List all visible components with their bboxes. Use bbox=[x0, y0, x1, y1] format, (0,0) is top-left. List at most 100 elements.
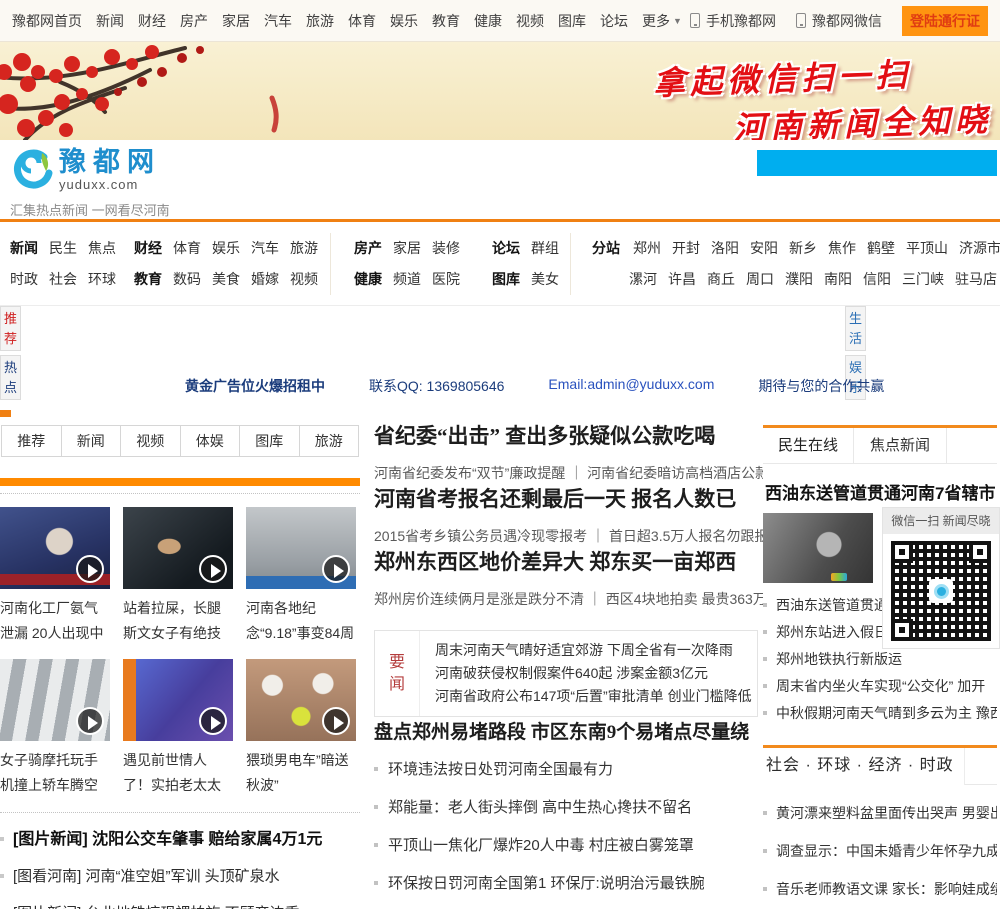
video-card[interactable]: 猥琐男电车”暗送秋波” bbox=[246, 659, 356, 800]
nav-link[interactable]: 装修 bbox=[432, 238, 460, 258]
topbar-link[interactable]: 家居 bbox=[222, 11, 250, 31]
tab-livelihood[interactable]: 民生在线 bbox=[763, 428, 855, 463]
nav-link[interactable]: 娱乐 bbox=[212, 238, 240, 258]
nav-link[interactable]: 群组 bbox=[531, 238, 559, 258]
video-thumbnail[interactable] bbox=[123, 659, 233, 741]
news-item[interactable]: 音乐老师教语文课 家长：影响娃成绩 bbox=[763, 870, 997, 908]
city-link[interactable]: 驻马店 bbox=[955, 269, 997, 289]
video-card[interactable]: 站着拉屎，长腿斯文女子有绝技 bbox=[123, 507, 233, 648]
news-item[interactable]: 环保按日罚河南全国第1 环保厅:说明治污最铁腕 bbox=[374, 865, 758, 903]
nav-link[interactable]: 数码 bbox=[173, 269, 201, 289]
subline-3[interactable]: 郑州房价连续俩月是涨是跌分不清 ｜ 西区4块地拍卖 最贵363万元/ bbox=[374, 589, 785, 609]
media-tab[interactable]: 推荐 bbox=[2, 426, 61, 456]
video-thumbnail[interactable] bbox=[246, 507, 356, 589]
topbar-link[interactable]: 论坛 bbox=[600, 11, 628, 31]
subline-2[interactable]: 2015省考乡镇公务员遇冷现零报考 ｜ 首日超3.5万人报名勿跟报热门 bbox=[374, 526, 796, 546]
city-link[interactable]: 安阳 bbox=[750, 238, 778, 258]
photo-news-item[interactable]: [图片新闻] 沈阳公交车肇事 赔给家属4万1元 bbox=[0, 821, 360, 858]
city-link[interactable]: 新乡 bbox=[789, 238, 817, 258]
nav-link[interactable]: 视频 bbox=[290, 269, 318, 289]
wechat-link[interactable]: 豫都网微信 bbox=[796, 11, 882, 31]
topbar-link[interactable]: 豫都网首页 bbox=[12, 11, 82, 31]
news-item[interactable]: 平顶山一焦化厂爆炸20人中毒 村庄被白雾笼罩 bbox=[374, 827, 758, 865]
header-ad-placeholder[interactable] bbox=[757, 150, 997, 176]
nav-link[interactable]: 教育 bbox=[134, 269, 162, 289]
topbar-link[interactable]: 旅游 bbox=[306, 11, 334, 31]
nav-link[interactable]: 家居 bbox=[393, 238, 421, 258]
city-link[interactable]: 南阳 bbox=[824, 269, 852, 289]
nav-link[interactable]: 时政 bbox=[10, 269, 38, 289]
news-photo-gas-pump[interactable] bbox=[763, 513, 873, 583]
nav-link[interactable]: 美女 bbox=[531, 269, 559, 289]
headline-1[interactable]: 省纪委“出击” 查出多张疑似公款吃喝 bbox=[374, 424, 715, 448]
play-icon[interactable] bbox=[76, 555, 104, 583]
tab-life[interactable]: 生活 bbox=[845, 306, 866, 351]
city-link[interactable]: 济源市 bbox=[959, 238, 1000, 258]
headline-3[interactable]: 郑州东西区地价差异大 郑东买一亩郑西 bbox=[374, 550, 736, 574]
photo-news-item[interactable]: [图看河南] 河南“准空姐”军训 头顶矿泉水 bbox=[0, 858, 360, 895]
city-link[interactable]: 漯河 bbox=[629, 269, 657, 289]
headline-2[interactable]: 河南省考报名还剩最后一天 报名人数已 bbox=[374, 487, 736, 511]
play-icon[interactable] bbox=[76, 707, 104, 735]
news-item[interactable]: 调查显示：中国未婚青少年怀孕九成选 bbox=[763, 832, 997, 870]
topbar-link[interactable]: 新闻 bbox=[96, 11, 124, 31]
news-item[interactable]: 郑能量：老人街头摔倒 高中生热心搀扶不留名 bbox=[374, 789, 758, 827]
city-link[interactable]: 郑州 bbox=[633, 238, 661, 258]
nav-link[interactable]: 论坛 bbox=[492, 238, 520, 258]
news-item[interactable]: 环境违法按日处罚河南全国最有力 bbox=[374, 751, 758, 789]
news-item[interactable]: 专家建议将新郑拜祖大典升国祭 西安副市长质疑 bbox=[374, 903, 758, 909]
topbar-link[interactable]: 教育 bbox=[432, 11, 460, 31]
video-card[interactable]: 女子骑摩托玩手机撞上轿车腾空 bbox=[0, 659, 110, 800]
media-tab[interactable]: 体娱 bbox=[179, 426, 240, 456]
city-link[interactable]: 鹤壁 bbox=[867, 238, 895, 258]
media-tab[interactable]: 旅游 bbox=[298, 426, 359, 456]
play-icon[interactable] bbox=[199, 707, 227, 735]
city-link[interactable]: 焦作 bbox=[828, 238, 856, 258]
society-header[interactable]: 社会 · 环球 · 经济 · 时政 bbox=[763, 748, 965, 785]
topbar-link[interactable]: 财经 bbox=[138, 11, 166, 31]
tab-hot[interactable]: 热点 bbox=[0, 355, 21, 400]
video-caption[interactable]: 河南各地纪念“9.18”事变84周年 bbox=[246, 596, 356, 648]
nav-link[interactable]: 汽车 bbox=[251, 238, 279, 258]
city-link[interactable]: 开封 bbox=[672, 238, 700, 258]
video-caption[interactable]: 猥琐男电车”暗送秋波” bbox=[246, 748, 356, 800]
ad-email[interactable]: Email:admin@yuduxx.com bbox=[548, 376, 714, 396]
city-link[interactable]: 濮阳 bbox=[785, 269, 813, 289]
tab-focus-news[interactable]: 焦点新闻 bbox=[854, 428, 948, 463]
subline-1[interactable]: 河南省纪委发布“双节”廉政提醒 ｜ 河南省纪委暗访高档酒店公款 bbox=[374, 463, 769, 483]
topbar-link[interactable]: 娱乐 bbox=[390, 11, 418, 31]
topbar-link[interactable]: 体育 bbox=[348, 11, 376, 31]
video-caption[interactable]: 河南化工厂氨气泄漏 20人出现中 bbox=[0, 596, 110, 648]
news-item[interactable]: 郑州地铁执行新版运 bbox=[763, 646, 997, 673]
nav-link[interactable]: 频道 bbox=[393, 269, 421, 289]
play-icon[interactable] bbox=[199, 555, 227, 583]
more-menu[interactable]: 更多 ▼ bbox=[642, 11, 682, 31]
nav-link[interactable]: 焦点 bbox=[88, 238, 116, 258]
video-card[interactable]: 河南各地纪念“9.18”事变84周年 bbox=[246, 507, 356, 648]
tab-recommend[interactable]: 推荐 bbox=[0, 306, 21, 351]
nav-link[interactable]: 旅游 bbox=[290, 238, 318, 258]
nav-link[interactable]: 民生 bbox=[49, 238, 77, 258]
city-link[interactable]: 平顶山 bbox=[906, 238, 948, 258]
nav-link[interactable]: 财经 bbox=[134, 238, 162, 258]
nav-link[interactable]: 美食 bbox=[212, 269, 240, 289]
city-link[interactable]: 许昌 bbox=[668, 269, 696, 289]
media-tab[interactable]: 图库 bbox=[239, 426, 299, 456]
city-link[interactable]: 信阳 bbox=[863, 269, 891, 289]
nav-link[interactable]: 医院 bbox=[432, 269, 460, 289]
video-thumbnail[interactable] bbox=[123, 507, 233, 589]
video-thumbnail[interactable] bbox=[0, 659, 110, 741]
key-news-item[interactable]: 河南破获侵权制假案件640起 涉案金额3亿元 bbox=[435, 662, 752, 685]
nav-link[interactable]: 体育 bbox=[173, 238, 201, 258]
media-tab[interactable]: 新闻 bbox=[60, 426, 121, 456]
nav-link[interactable]: 社会 bbox=[49, 269, 77, 289]
nav-link[interactable]: 环球 bbox=[88, 269, 116, 289]
topbar-link[interactable]: 健康 bbox=[474, 11, 502, 31]
mobile-site-link[interactable]: 手机豫都网 bbox=[690, 11, 776, 31]
play-icon[interactable] bbox=[322, 555, 350, 583]
video-caption[interactable]: 站着拉屎，长腿斯文女子有绝技 bbox=[123, 596, 233, 648]
video-thumbnail[interactable] bbox=[0, 507, 110, 589]
nav-link[interactable]: 房产 bbox=[354, 238, 382, 258]
news-item[interactable]: 黄河漂来塑料盆里面传出哭声 男婴出 bbox=[763, 794, 997, 832]
key-news-item[interactable]: 河南省政府公布147项“后置”审批清单 创业门槛降低 bbox=[435, 685, 752, 708]
